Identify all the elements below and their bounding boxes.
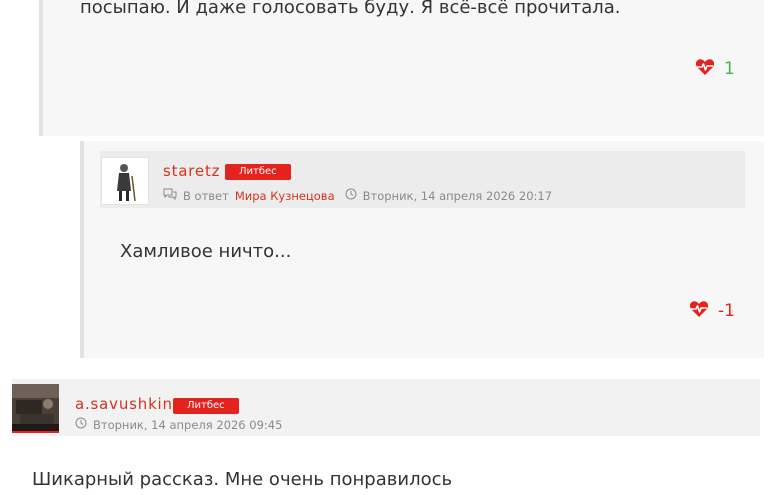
comment-meta: Вторник, 14 апреля 2026 09:45 — [75, 417, 282, 432]
rank-badge: Литбес — [173, 398, 239, 414]
username[interactable]: a.savushkin — [75, 395, 173, 413]
like-count: 1 — [724, 59, 735, 79]
comment-text: Хамливое ничто... — [120, 241, 292, 262]
comment-text: посыпаю. И даже голосовать буду. Я всё-в… — [80, 0, 621, 18]
timestamp: Вторник, 14 апреля 2026 20:17 — [362, 188, 553, 203]
heart-pulse-icon — [689, 300, 709, 322]
avatar[interactable] — [12, 384, 59, 433]
clock-icon — [345, 188, 357, 203]
comments-icon — [163, 188, 177, 203]
rank-badge: Литбес — [225, 164, 291, 180]
reply-prefix: В ответ — [183, 188, 229, 203]
comment-card-1 — [39, 0, 764, 136]
username[interactable]: staretz — [163, 162, 220, 180]
comment-meta: В ответ Мира Кузнецова Вторник, 14 апрел… — [163, 188, 552, 203]
reply-to-link[interactable]: Мира Кузнецова — [235, 189, 335, 203]
like-button[interactable]: -1 — [689, 298, 749, 324]
heart-pulse-icon — [695, 58, 715, 80]
avatar[interactable] — [101, 157, 149, 205]
clock-icon — [75, 417, 87, 432]
like-button[interactable]: 1 — [695, 56, 745, 82]
timestamp: Вторник, 14 апреля 2026 09:45 — [93, 417, 283, 432]
comment-text: Шикарный рассказ. Мне очень понравилось — [32, 469, 453, 490]
like-count: -1 — [718, 301, 735, 321]
